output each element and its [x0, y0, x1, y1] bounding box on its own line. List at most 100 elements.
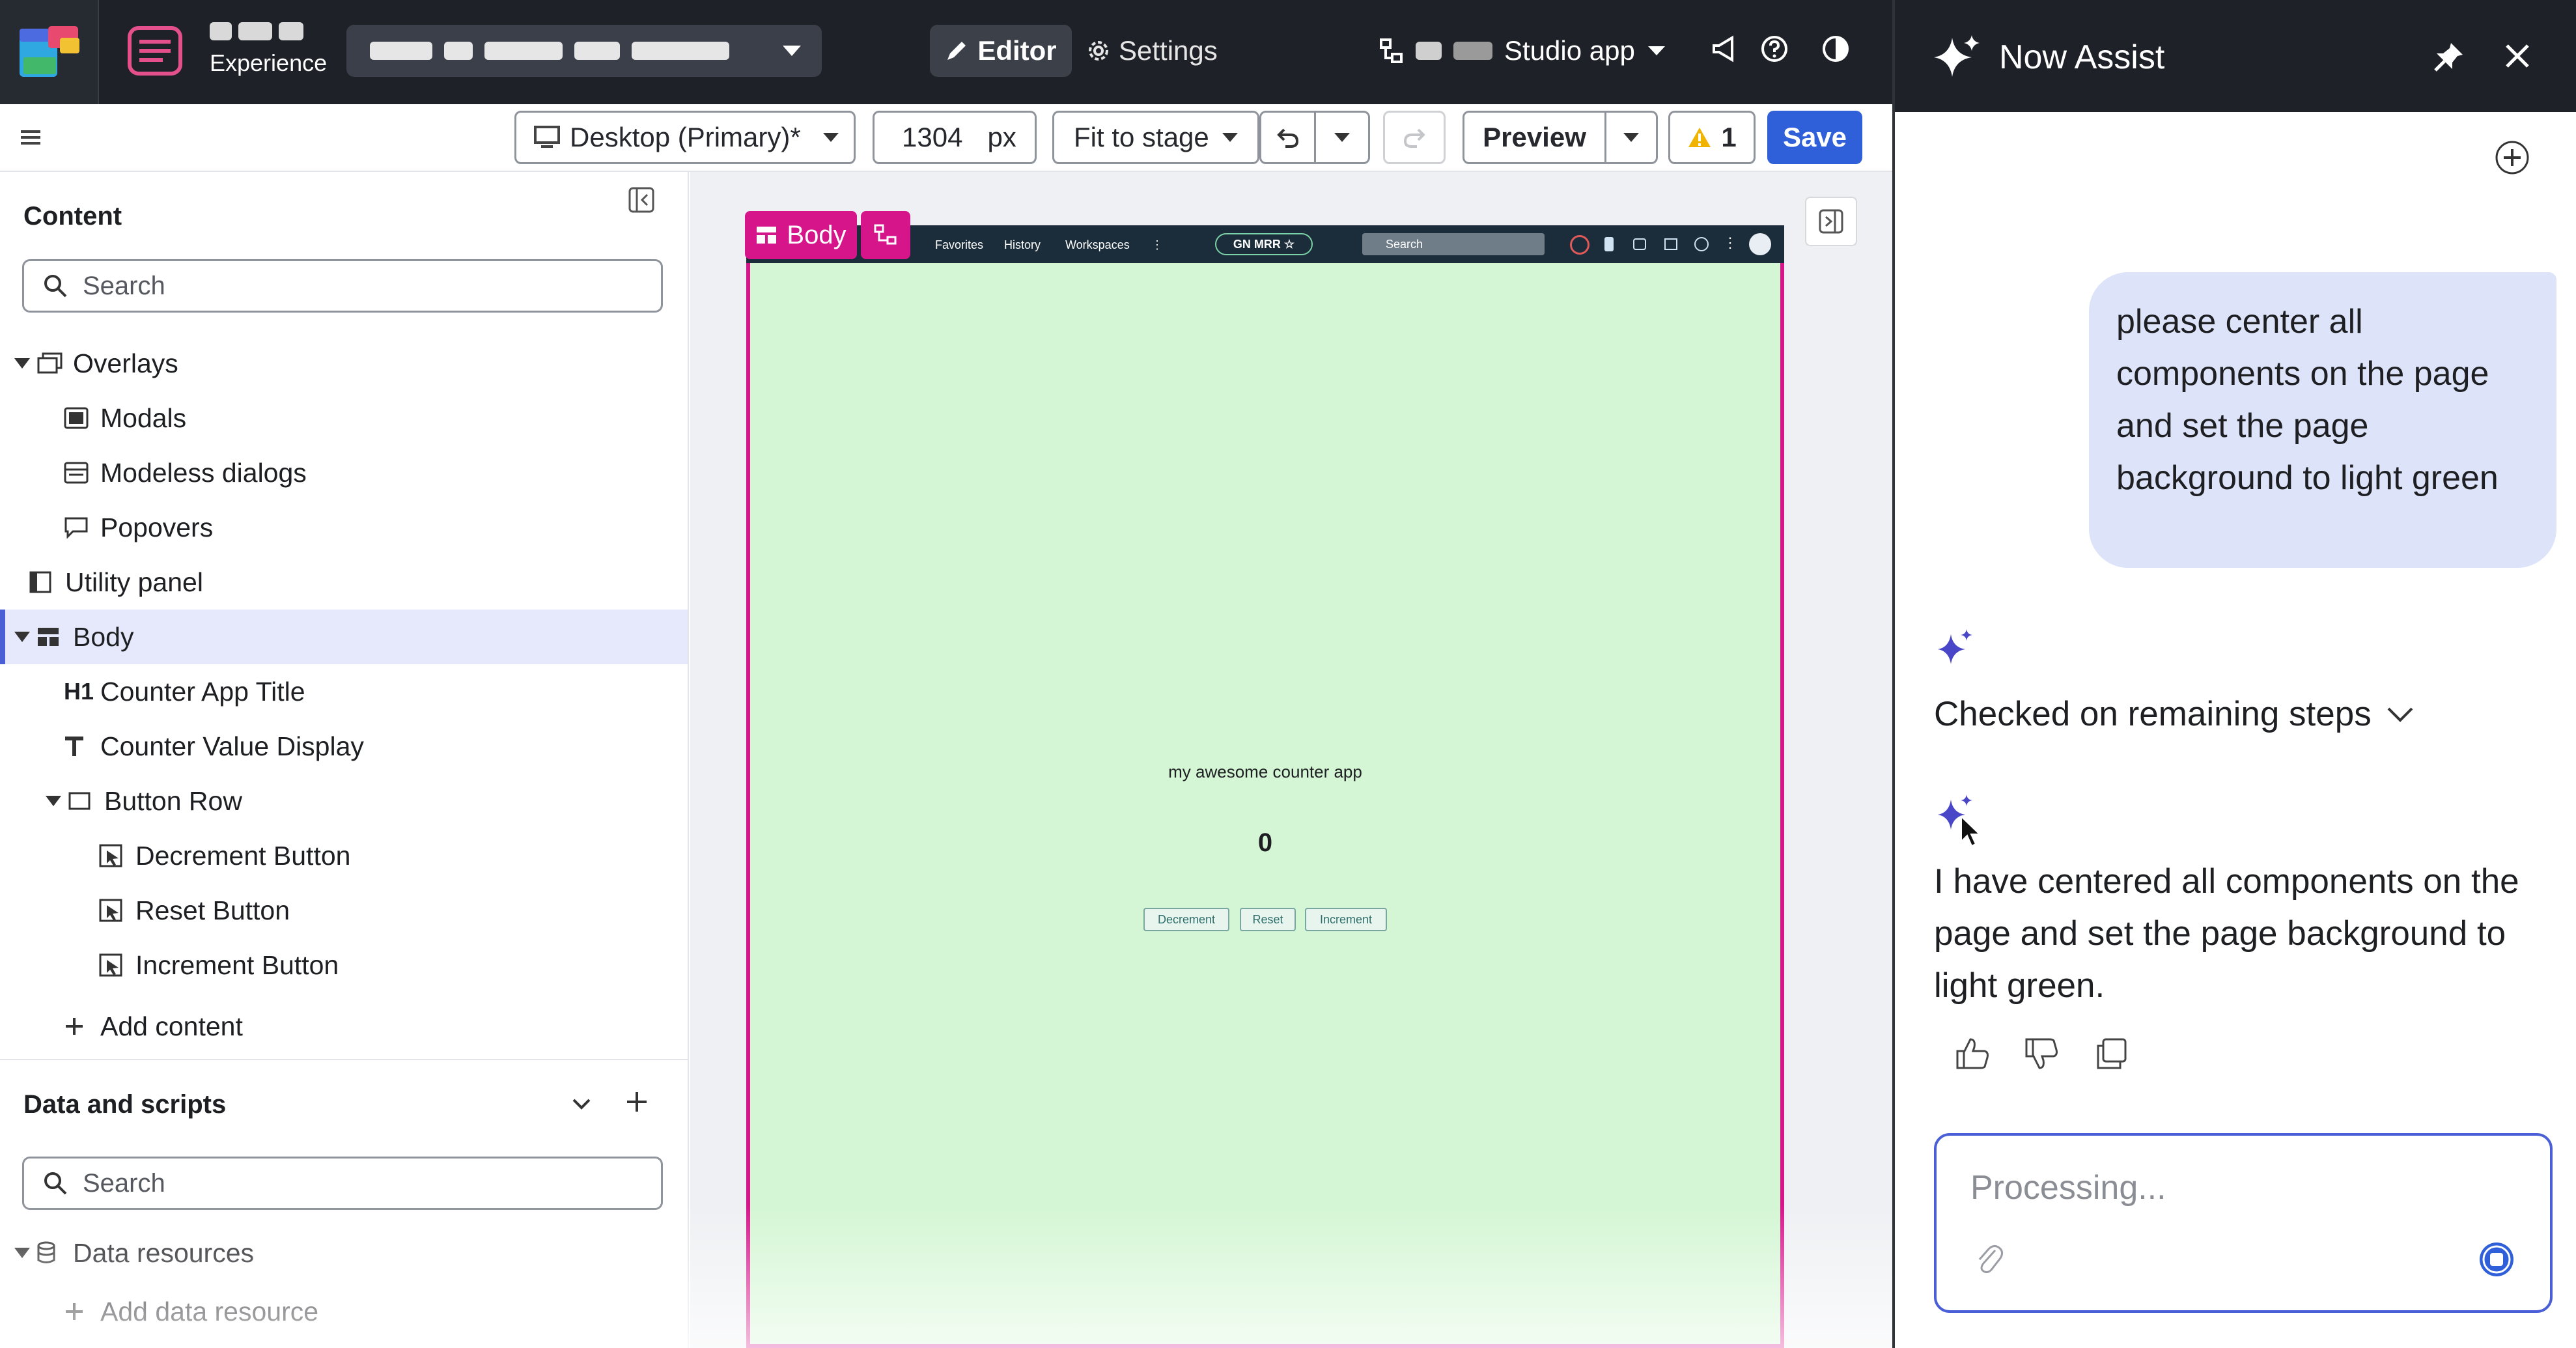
button-icon: [99, 953, 135, 977]
body-selection-chip[interactable]: Body: [745, 211, 857, 259]
undo-history-button[interactable]: [1316, 113, 1368, 162]
tab-editor[interactable]: Editor: [930, 25, 1072, 77]
preview-options-button[interactable]: [1606, 113, 1656, 162]
tab-settings-label: Settings: [1119, 35, 1218, 66]
studio-app-selector[interactable]: Studio app: [1379, 25, 1666, 77]
content-search-placeholder: Search: [83, 271, 165, 300]
fit-to-stage-select[interactable]: Fit to stage: [1052, 111, 1259, 164]
paperclip-icon[interactable]: [1976, 1243, 2004, 1275]
save-button[interactable]: Save: [1767, 111, 1862, 164]
plus-icon: [64, 1301, 100, 1322]
nav-workspaces[interactable]: Workspaces: [1065, 238, 1130, 252]
add-data-resource-label: Add data resource: [100, 1296, 319, 1327]
nav-status-icon[interactable]: [1570, 235, 1589, 255]
tree-item-decrement-button[interactable]: Decrement Button: [0, 828, 688, 883]
new-conversation-icon[interactable]: [2494, 139, 2530, 176]
pin-icon[interactable]: [2431, 40, 2465, 74]
thumbs-down-icon[interactable]: [2024, 1037, 2059, 1071]
tree-item-button-row[interactable]: Button Row: [0, 774, 688, 828]
hamburger-menu-icon[interactable]: [20, 126, 42, 148]
add-content-button[interactable]: Add content: [0, 999, 688, 1054]
nav-favorites[interactable]: Favorites: [935, 238, 983, 252]
select-parent-button[interactable]: [861, 211, 910, 259]
theme-contrast-icon[interactable]: [1821, 34, 1851, 64]
tree-item-popovers[interactable]: Popovers: [0, 500, 688, 555]
close-icon[interactable]: [2503, 42, 2532, 70]
tree-item-utility-panel[interactable]: Utility panel: [0, 555, 688, 610]
stop-generating-button[interactable]: [2477, 1240, 2516, 1279]
caret-down-icon: [8, 358, 36, 369]
nav-context-pill[interactable]: GN MRR ☆: [1215, 233, 1313, 255]
tree-item-label: Reset Button: [135, 895, 290, 925]
warnings-button[interactable]: 1: [1668, 111, 1756, 164]
nav-chat-icon[interactable]: [1633, 238, 1646, 250]
content-search-input[interactable]: Search: [22, 259, 663, 313]
tree-item-modeless-dialogs[interactable]: Modeless dialogs: [0, 445, 688, 500]
tree-item-increment-button[interactable]: Increment Button: [0, 938, 688, 992]
chevron-down-icon: [1334, 133, 1350, 142]
thumbs-up-icon[interactable]: [1955, 1037, 1990, 1071]
add-data-icon[interactable]: [624, 1089, 650, 1115]
app-logo[interactable]: [0, 0, 99, 104]
button-icon: [99, 899, 135, 922]
content-section-title: Content: [23, 202, 122, 231]
help-icon[interactable]: [1759, 34, 1789, 64]
chevron-down-icon: [2387, 707, 2413, 722]
counter-value-display[interactable]: 0: [746, 828, 1784, 858]
nav-search[interactable]: Search: [1362, 233, 1545, 255]
chevron-down-icon[interactable]: [570, 1093, 593, 1115]
undo-button[interactable]: [1261, 113, 1316, 162]
expand-panel-icon[interactable]: [1805, 197, 1857, 246]
text-icon: [64, 735, 100, 757]
tree-item-counter-value-display[interactable]: Counter Value Display: [0, 719, 688, 774]
nav-avatar[interactable]: [1749, 233, 1771, 255]
now-assist-panel: Now Assist please center all components …: [1892, 0, 2576, 1348]
tab-settings[interactable]: Settings: [1086, 25, 1218, 77]
megaphone-icon[interactable]: [1710, 34, 1740, 64]
status-toggle[interactable]: Checked on remaining steps: [1934, 694, 2415, 734]
nav-inbox-icon[interactable]: [1664, 238, 1677, 250]
nav-help-icon[interactable]: [1694, 237, 1709, 251]
redo-icon: [1403, 128, 1425, 148]
assist-input-box[interactable]: Processing...: [1934, 1133, 2553, 1313]
tree-item-label: Overlays: [73, 348, 178, 378]
collapse-panel-icon[interactable]: [628, 186, 655, 214]
data-search-input[interactable]: Search: [22, 1157, 663, 1210]
tree-item-label: Popovers: [100, 512, 214, 542]
search-icon: [44, 275, 67, 298]
viewport-select[interactable]: Desktop (Primary)*: [514, 111, 856, 164]
tree-item-label: Counter Value Display: [100, 731, 364, 761]
application-selector[interactable]: [346, 25, 822, 77]
nav-history[interactable]: History: [1004, 238, 1041, 252]
database-icon: [36, 1241, 73, 1265]
increment-button[interactable]: Increment: [1305, 908, 1387, 931]
tree-item-reset-button[interactable]: Reset Button: [0, 883, 688, 938]
container-icon: [68, 791, 104, 811]
decrement-button[interactable]: Decrement: [1143, 908, 1229, 931]
body-chip-label: Body: [787, 220, 847, 249]
nav-more[interactable]: ⋮: [1151, 238, 1163, 252]
nav-sparkle-icon[interactable]: [1604, 237, 1614, 251]
modal-icon: [64, 407, 100, 429]
chevron-down-icon: [1647, 45, 1666, 57]
tree-item-modals[interactable]: Modals: [0, 391, 688, 445]
studio-app-label: Studio app: [1504, 35, 1635, 66]
add-data-resource-button[interactable]: Add data resource: [0, 1284, 688, 1339]
reset-button[interactable]: Reset: [1240, 908, 1296, 931]
counter-app-title[interactable]: my awesome counter app: [746, 762, 1784, 782]
tree-item-body[interactable]: Body: [0, 610, 688, 664]
copy-icon[interactable]: [2094, 1037, 2128, 1071]
body-preview[interactable]: [746, 263, 1784, 1348]
preview-button[interactable]: Preview: [1464, 113, 1606, 162]
nav-more-icon[interactable]: ⋮: [1723, 234, 1737, 251]
redo-button[interactable]: [1383, 111, 1446, 164]
width-input[interactable]: 1304 px: [873, 111, 1037, 164]
experience-icon[interactable]: [128, 26, 182, 76]
chevron-down-icon: [1221, 132, 1239, 143]
tree-item-data-resources[interactable]: Data resources: [0, 1226, 688, 1280]
tree-item-counter-app-title[interactable]: H1 Counter App Title: [0, 664, 688, 719]
experience-title[interactable]: Experience: [210, 20, 333, 77]
tree-item-overlays[interactable]: Overlays: [0, 336, 688, 391]
tree-item-label: Decrement Button: [135, 840, 351, 871]
status-label: Checked on remaining steps: [1934, 695, 2372, 733]
